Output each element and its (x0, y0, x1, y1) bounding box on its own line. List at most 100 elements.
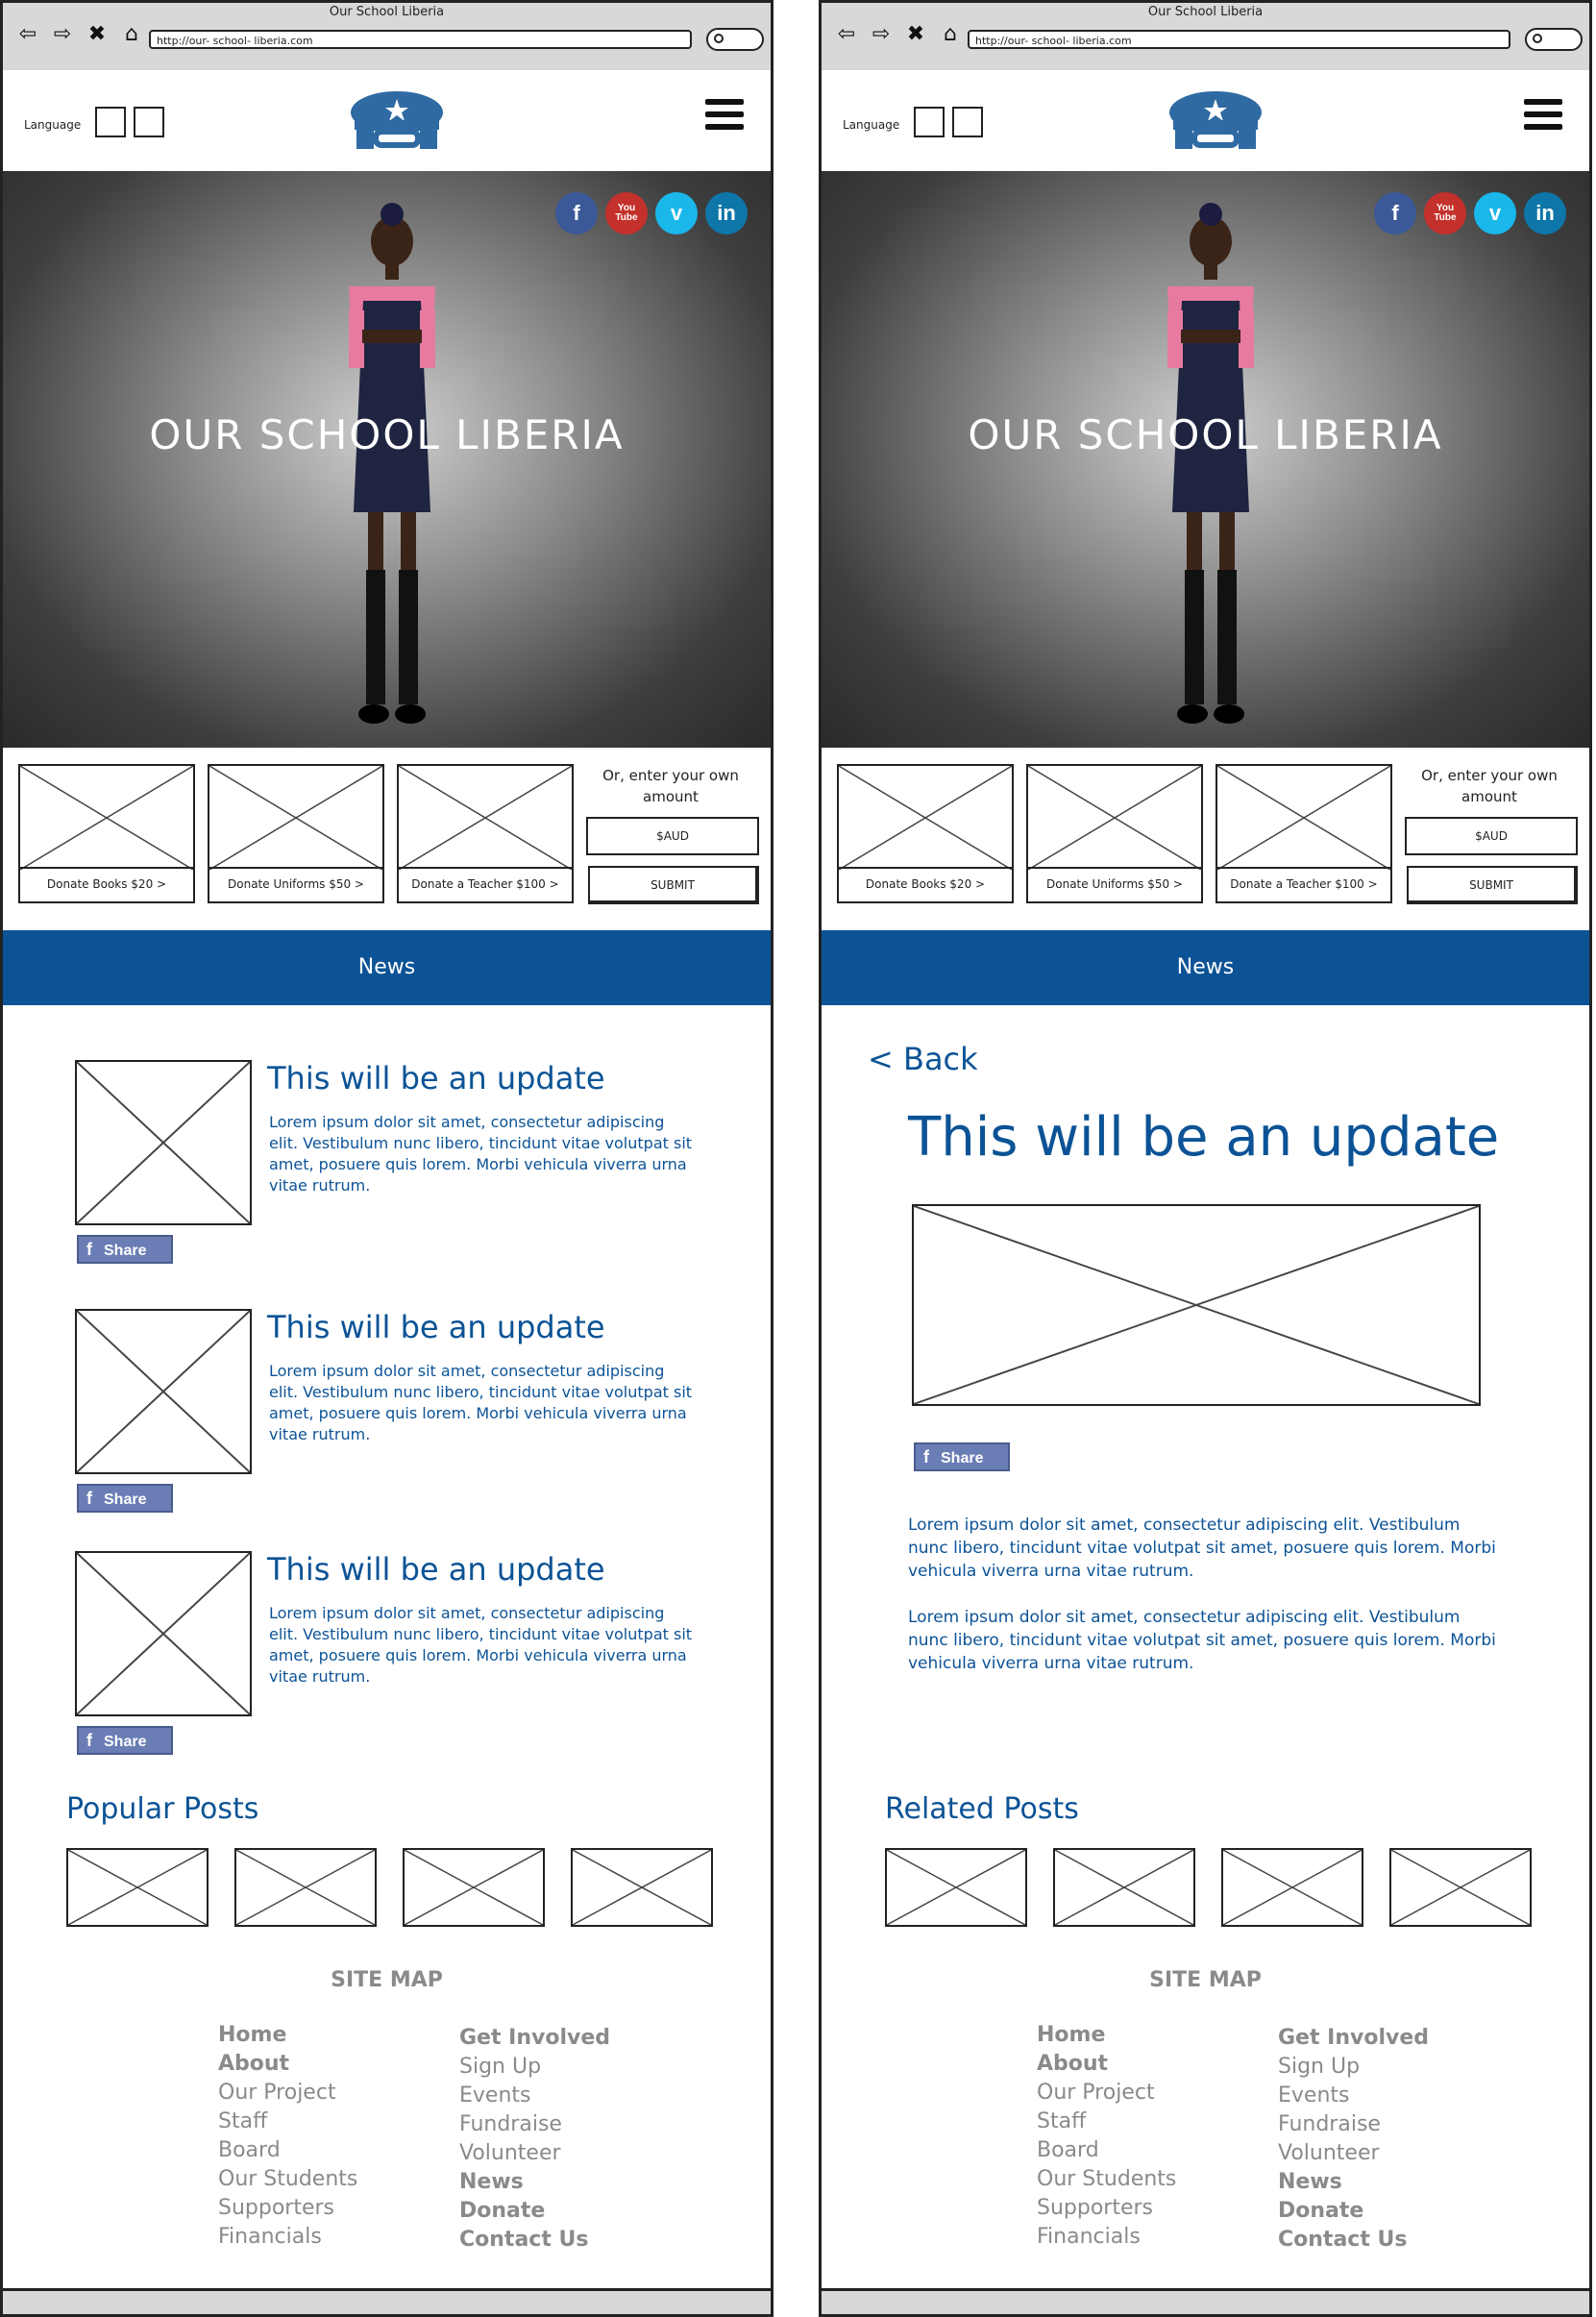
social-links: f You Tube v in (1374, 192, 1566, 234)
home-icon[interactable]: ⌂ (118, 22, 145, 46)
forward-arrow-icon[interactable]: ⇨ (868, 22, 895, 46)
donate-teacher-card[interactable]: Donate a Teacher $100 > (397, 764, 574, 903)
related-post-thumb[interactable] (1389, 1848, 1532, 1927)
news-bar[interactable]: News (3, 930, 771, 1005)
school-desk-star-logo[interactable] (1167, 87, 1264, 153)
address-bar[interactable]: http://our- school- liberia.com (149, 30, 692, 49)
related-post-thumb[interactable] (1053, 1848, 1195, 1927)
hero-banner: OUR SCHOOL LIBERIA f You Tube v in (822, 171, 1589, 748)
sitemap-link-home[interactable]: Home (1037, 2021, 1176, 2050)
news-post[interactable]: This will be an update Lorem ipsum dolor… (75, 1309, 709, 1520)
back-arrow-icon[interactable]: ⇦ (833, 22, 860, 46)
donate-books-card[interactable]: Donate Books $20 > (18, 764, 195, 903)
language-option-1[interactable] (914, 107, 945, 137)
address-bar[interactable]: http://our- school- liberia.com (968, 30, 1510, 49)
sitemap-link-get-involved[interactable]: Get Involved (459, 2024, 610, 2053)
forward-arrow-icon[interactable]: ⇨ (49, 22, 76, 46)
sitemap-link-sign-up[interactable]: Sign Up (1278, 2053, 1429, 2082)
sitemap-link-events[interactable]: Events (1278, 2082, 1429, 2110)
sitemap-link-about[interactable]: About (218, 2050, 357, 2079)
news-bar[interactable]: News (822, 930, 1589, 1005)
sitemap-link-events[interactable]: Events (459, 2082, 610, 2110)
linkedin-icon[interactable]: in (705, 192, 748, 234)
sitemap-link-contact-us[interactable]: Contact Us (459, 2226, 610, 2255)
facebook-icon[interactable]: f (555, 192, 598, 234)
sitemap-link-news[interactable]: News (459, 2168, 610, 2197)
hamburger-menu-icon[interactable] (1524, 99, 1562, 134)
sitemap-link-supporters[interactable]: Supporters (1037, 2194, 1176, 2223)
sitemap-link-fundraise[interactable]: Fundraise (459, 2110, 610, 2139)
facebook-share-button[interactable]: f Share (77, 1235, 173, 1264)
sitemap-link-volunteer[interactable]: Volunteer (459, 2139, 610, 2168)
sitemap-link-financials[interactable]: Financials (218, 2223, 357, 2252)
sitemap-link-our-students[interactable]: Our Students (1037, 2165, 1176, 2194)
sitemap-link-news[interactable]: News (1278, 2168, 1429, 2197)
linkedin-icon[interactable]: in (1524, 192, 1566, 234)
sitemap-link-donate[interactable]: Donate (1278, 2197, 1429, 2226)
stop-icon[interactable]: ✖ (902, 22, 929, 46)
sitemap-link-sign-up[interactable]: Sign Up (459, 2053, 610, 2082)
related-post-thumb[interactable] (885, 1848, 1027, 1927)
image-placeholder (573, 1850, 711, 1925)
popular-post-thumb[interactable] (234, 1848, 377, 1927)
sitemap-link-staff[interactable]: Staff (218, 2107, 357, 2136)
post-thumbnail[interactable] (75, 1309, 252, 1474)
amount-input[interactable]: $AUD (1405, 817, 1578, 855)
news-post[interactable]: This will be an update Lorem ipsum dolor… (75, 1060, 709, 1271)
facebook-share-button[interactable]: f Share (914, 1442, 1010, 1471)
sitemap-link-donate[interactable]: Donate (459, 2197, 610, 2226)
sitemap-link-home[interactable]: Home (218, 2021, 357, 2050)
vimeo-icon[interactable]: v (655, 192, 698, 234)
youtube-icon[interactable]: You Tube (1424, 192, 1466, 234)
sitemap-link-our-project[interactable]: Our Project (218, 2079, 357, 2107)
horizontal-scrollbar[interactable] (822, 2288, 1589, 2314)
popular-post-thumb[interactable] (571, 1848, 713, 1927)
sitemap-link-our-project[interactable]: Our Project (1037, 2079, 1176, 2107)
search-button[interactable] (706, 28, 764, 51)
sitemap-link-get-involved[interactable]: Get Involved (1278, 2024, 1429, 2053)
popular-post-thumb[interactable] (66, 1848, 209, 1927)
language-option-2[interactable] (952, 107, 983, 137)
donate-uniforms-card[interactable]: Donate Uniforms $50 > (208, 764, 384, 903)
donate-teacher-card[interactable]: Donate a Teacher $100 > (1215, 764, 1392, 903)
hamburger-menu-icon[interactable] (705, 99, 744, 134)
own-amount-label: Or, enter your own amount (602, 767, 739, 805)
sitemap-link-financials[interactable]: Financials (1037, 2223, 1176, 2252)
post-thumbnail[interactable] (75, 1551, 252, 1716)
sitemap-link-fundraise[interactable]: Fundraise (1278, 2110, 1429, 2139)
post-title[interactable]: This will be an update (267, 1060, 605, 1097)
horizontal-scrollbar[interactable] (3, 2288, 771, 2314)
facebook-share-button[interactable]: f Share (77, 1726, 173, 1755)
sitemap-link-about[interactable]: About (1037, 2050, 1176, 2079)
youtube-icon[interactable]: You Tube (605, 192, 648, 234)
back-arrow-icon[interactable]: ⇦ (14, 22, 41, 46)
post-thumbnail[interactable] (75, 1060, 252, 1225)
donate-books-card[interactable]: Donate Books $20 > (837, 764, 1014, 903)
post-title[interactable]: This will be an update (267, 1551, 605, 1588)
sitemap-link-supporters[interactable]: Supporters (218, 2194, 357, 2223)
facebook-icon[interactable]: f (1374, 192, 1416, 234)
school-desk-star-logo[interactable] (349, 87, 445, 153)
back-link[interactable]: < Back (868, 1041, 978, 1077)
stop-icon[interactable]: ✖ (84, 22, 110, 46)
submit-button[interactable]: SUBMIT (588, 866, 759, 904)
vimeo-icon[interactable]: v (1474, 192, 1516, 234)
popular-post-thumb[interactable] (403, 1848, 545, 1927)
post-title[interactable]: This will be an update (267, 1309, 605, 1345)
sitemap-link-board[interactable]: Board (1037, 2136, 1176, 2165)
sitemap-link-contact-us[interactable]: Contact Us (1278, 2226, 1429, 2255)
donate-uniforms-card[interactable]: Donate Uniforms $50 > (1026, 764, 1203, 903)
related-post-thumb[interactable] (1221, 1848, 1363, 1927)
search-button[interactable] (1525, 28, 1583, 51)
language-option-2[interactable] (134, 107, 164, 137)
amount-input[interactable]: $AUD (586, 817, 759, 855)
sitemap-link-staff[interactable]: Staff (1037, 2107, 1176, 2136)
home-icon[interactable]: ⌂ (937, 22, 964, 46)
submit-button[interactable]: SUBMIT (1407, 866, 1578, 904)
facebook-share-button[interactable]: f Share (77, 1484, 173, 1513)
language-option-1[interactable] (95, 107, 126, 137)
sitemap-link-volunteer[interactable]: Volunteer (1278, 2139, 1429, 2168)
news-post[interactable]: This will be an update Lorem ipsum dolor… (75, 1551, 709, 1762)
sitemap-link-our-students[interactable]: Our Students (218, 2165, 357, 2194)
sitemap-link-board[interactable]: Board (218, 2136, 357, 2165)
